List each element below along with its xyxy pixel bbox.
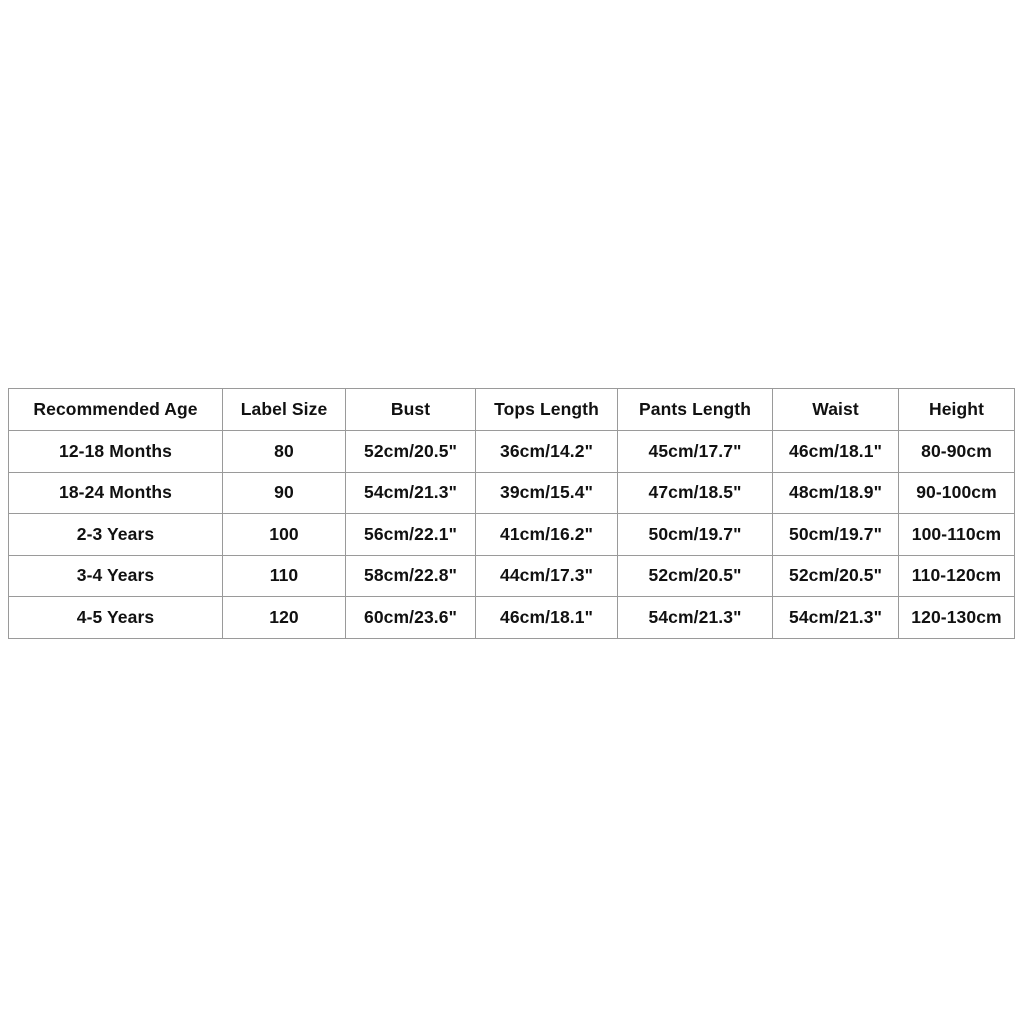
column-header-pants-length: Pants Length [617,388,773,431]
cell-pants-length: 52cm/20.5" [617,554,773,597]
cell-bust: 52cm/20.5" [345,430,476,473]
cell-waist: 52cm/20.5" [772,554,899,597]
column-header-height: Height [898,388,1015,431]
cell-recommended-age: 18-24 Months [8,471,223,514]
cell-height: 120-130cm [898,596,1015,639]
table-row: 3-4 Years 110 58cm/22.8" 44cm/17.3" 52cm… [8,554,1015,597]
cell-height: 110-120cm [898,554,1015,597]
column-header-recommended-age: Recommended Age [8,388,223,431]
cell-recommended-age: 4-5 Years [8,596,223,639]
table-row: 12-18 Months 80 52cm/20.5" 36cm/14.2" 45… [8,430,1015,473]
cell-label-size: 100 [222,513,346,556]
cell-tops-length: 39cm/15.4" [475,471,618,514]
cell-waist: 48cm/18.9" [772,471,899,514]
cell-tops-length: 41cm/16.2" [475,513,618,556]
cell-recommended-age: 3-4 Years [8,554,223,597]
cell-bust: 54cm/21.3" [345,471,476,514]
cell-tops-length: 46cm/18.1" [475,596,618,639]
size-chart-container: Recommended Age Label Size Bust Tops Len… [8,388,1015,639]
cell-tops-length: 44cm/17.3" [475,554,618,597]
cell-recommended-age: 2-3 Years [8,513,223,556]
cell-label-size: 110 [222,554,346,597]
cell-pants-length: 47cm/18.5" [617,471,773,514]
cell-height: 100-110cm [898,513,1015,556]
cell-bust: 56cm/22.1" [345,513,476,556]
column-header-bust: Bust [345,388,476,431]
column-header-tops-length: Tops Length [475,388,618,431]
cell-waist: 46cm/18.1" [772,430,899,473]
cell-label-size: 80 [222,430,346,473]
cell-label-size: 90 [222,471,346,514]
cell-waist: 54cm/21.3" [772,596,899,639]
column-header-label-size: Label Size [222,388,346,431]
cell-pants-length: 45cm/17.7" [617,430,773,473]
cell-tops-length: 36cm/14.2" [475,430,618,473]
table-row: 2-3 Years 100 56cm/22.1" 41cm/16.2" 50cm… [8,513,1015,556]
cell-pants-length: 54cm/21.3" [617,596,773,639]
cell-pants-length: 50cm/19.7" [617,513,773,556]
table-row: 18-24 Months 90 54cm/21.3" 39cm/15.4" 47… [8,471,1015,514]
cell-height: 90-100cm [898,471,1015,514]
table-header-row: Recommended Age Label Size Bust Tops Len… [8,388,1015,431]
size-chart-table: Recommended Age Label Size Bust Tops Len… [8,388,1015,639]
cell-waist: 50cm/19.7" [772,513,899,556]
cell-bust: 58cm/22.8" [345,554,476,597]
cell-bust: 60cm/23.6" [345,596,476,639]
table-row: 4-5 Years 120 60cm/23.6" 46cm/18.1" 54cm… [8,596,1015,639]
cell-height: 80-90cm [898,430,1015,473]
cell-label-size: 120 [222,596,346,639]
column-header-waist: Waist [772,388,899,431]
cell-recommended-age: 12-18 Months [8,430,223,473]
